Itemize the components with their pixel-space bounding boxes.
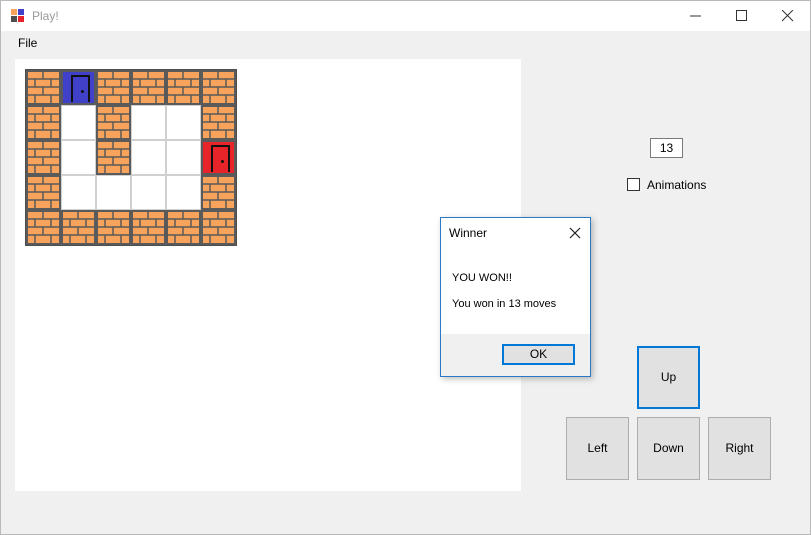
brick-wall-tile <box>96 140 131 175</box>
floor-tile <box>61 105 96 140</box>
brick-pattern <box>98 212 129 243</box>
brick-pattern <box>98 107 129 138</box>
up-button[interactable]: Up <box>637 346 700 409</box>
floor-tile <box>131 105 166 140</box>
brick-pattern <box>98 72 129 103</box>
animations-label: Animations <box>647 178 707 192</box>
brick-wall-tile <box>26 105 61 140</box>
brick-pattern <box>63 212 94 243</box>
dialog-message-headline: YOU WON!! <box>452 272 512 284</box>
game-board <box>25 69 237 246</box>
dialog-footer: OK <box>441 334 590 376</box>
minimize-icon <box>690 15 701 17</box>
start-door-tile <box>61 70 96 105</box>
winner-dialog: Winner YOU WON!! You won in 13 moves OK <box>440 217 591 377</box>
brick-pattern <box>133 212 164 243</box>
floor-tile <box>96 175 131 210</box>
brick-wall-tile <box>96 105 131 140</box>
menu-bar: File <box>1 31 810 55</box>
brick-pattern <box>28 107 59 138</box>
brick-pattern <box>98 142 129 173</box>
brick-wall-tile <box>131 70 166 105</box>
brick-wall-tile <box>201 105 236 140</box>
brick-pattern <box>28 142 59 173</box>
floor-tile <box>166 140 201 175</box>
window-title: Play! <box>32 9 59 23</box>
ok-button[interactable]: OK <box>502 344 575 365</box>
checkbox-box[interactable] <box>627 178 640 191</box>
brick-pattern <box>203 212 234 243</box>
brick-wall-tile <box>201 210 236 245</box>
brick-wall-tile <box>26 210 61 245</box>
brick-wall-tile <box>131 210 166 245</box>
brick-wall-tile <box>61 210 96 245</box>
app-icon <box>11 9 27 23</box>
close-icon <box>782 10 794 22</box>
floor-tile <box>61 175 96 210</box>
door-icon <box>211 145 230 172</box>
brick-wall-tile <box>166 70 201 105</box>
brick-wall-tile <box>26 70 61 105</box>
brick-pattern <box>203 177 234 208</box>
title-bar[interactable]: Play! <box>1 1 810 31</box>
brick-wall-tile <box>201 70 236 105</box>
brick-pattern <box>203 107 234 138</box>
maximize-icon <box>736 10 747 21</box>
brick-pattern <box>168 212 199 243</box>
dialog-title: Winner <box>449 226 488 240</box>
close-button[interactable] <box>765 1 811 31</box>
floor-tile <box>131 140 166 175</box>
brick-wall-tile <box>26 175 61 210</box>
exit-door-tile <box>201 140 236 175</box>
left-button[interactable]: Left <box>566 417 629 480</box>
down-button[interactable]: Down <box>637 417 700 480</box>
door-icon <box>71 75 90 102</box>
move-count-field: 13 <box>650 138 683 158</box>
floor-tile <box>131 175 166 210</box>
maximize-button[interactable] <box>719 1 765 31</box>
brick-pattern <box>168 72 199 103</box>
brick-pattern <box>28 212 59 243</box>
dialog-message-detail: You won in 13 moves <box>452 298 557 310</box>
minimize-button[interactable] <box>673 1 719 31</box>
brick-wall-tile <box>96 210 131 245</box>
brick-wall-tile <box>96 70 131 105</box>
brick-pattern <box>203 72 234 103</box>
brick-wall-tile <box>26 140 61 175</box>
app-window: Play! File 13 Animations Up Left Down Ri… <box>0 0 811 535</box>
brick-pattern <box>133 72 164 103</box>
brick-pattern <box>28 72 59 103</box>
right-button[interactable]: Right <box>708 417 771 480</box>
brick-wall-tile <box>201 175 236 210</box>
brick-pattern <box>28 177 59 208</box>
dialog-close-icon[interactable] <box>568 226 582 240</box>
menu-file[interactable]: File <box>11 36 44 50</box>
floor-tile <box>166 105 201 140</box>
floor-tile <box>61 140 96 175</box>
brick-wall-tile <box>166 210 201 245</box>
floor-tile <box>166 175 201 210</box>
